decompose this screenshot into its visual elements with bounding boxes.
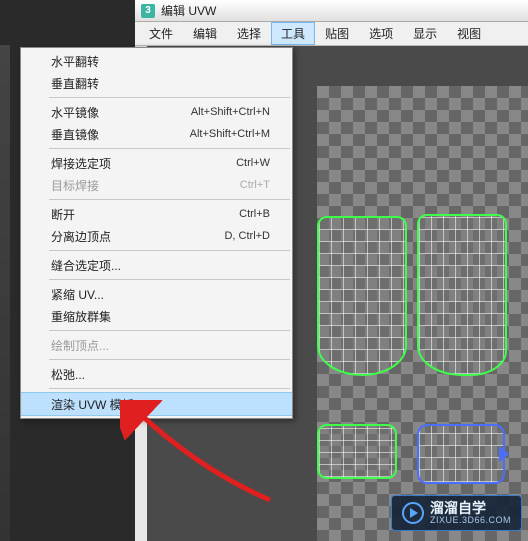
menu-item-shortcut: D, Ctrl+D (224, 230, 270, 242)
menubar: 文件编辑选择工具贴图选项显示视图 (135, 22, 528, 46)
menu-item[interactable]: 文件 (139, 22, 183, 45)
menu-item[interactable]: 重缩放群集 (21, 305, 292, 327)
menu-item[interactable]: 水平镜像 Alt+Shift+Ctrl+N (21, 101, 292, 123)
menu-item-label: 垂直翻转 (51, 75, 99, 92)
uv-island[interactable] (417, 214, 507, 376)
menu-item[interactable]: 视图 (447, 22, 491, 45)
uv-island[interactable] (317, 424, 397, 479)
menu-separator (49, 279, 290, 280)
menu-item-shortcut: Ctrl+B (239, 208, 270, 220)
menu-item-label: 断开 (51, 206, 75, 223)
uv-island[interactable] (317, 216, 407, 376)
uv-island[interactable] (417, 424, 505, 484)
menu-item[interactable]: 垂直翻转 (21, 72, 292, 94)
menu-item-label: 分离边顶点 (51, 228, 111, 245)
menu-item[interactable]: 贴图 (315, 22, 359, 45)
menu-item[interactable]: 缝合选定项... (21, 254, 292, 276)
menu-item[interactable]: 渲染 UVW 模板... (21, 392, 292, 416)
uv-checker-background (317, 86, 528, 541)
menu-separator (49, 388, 290, 389)
menu-item-label: 绘制顶点... (51, 337, 109, 354)
menu-item[interactable]: 选项 (359, 22, 403, 45)
watermark-brand: 溜溜自学 (430, 501, 511, 515)
menu-item: 目标焊接 Ctrl+T (21, 174, 292, 196)
menu-item-shortcut: Alt+Shift+Ctrl+M (190, 128, 270, 140)
menu-item[interactable]: 显示 (403, 22, 447, 45)
menu-item-label: 水平镜像 (51, 104, 99, 121)
watermark-url: ZIXUE.3D66.COM (430, 515, 511, 525)
app-icon: 3 (141, 4, 155, 18)
menu-item-label: 水平翻转 (51, 53, 99, 70)
menu-separator (49, 97, 290, 98)
menu-item-label: 松弛... (51, 366, 85, 383)
menu-item-label: 重缩放群集 (51, 308, 111, 325)
menu-separator (49, 359, 290, 360)
menu-item-label: 紧缩 UV... (51, 286, 104, 303)
menu-item-label: 垂直镜像 (51, 126, 99, 143)
watermark-badge: 溜溜自学 ZIXUE.3D66.COM (391, 495, 522, 531)
menu-separator (49, 250, 290, 251)
menu-item[interactable]: 断开 Ctrl+B (21, 203, 292, 225)
menu-item-label: 缝合选定项... (51, 257, 121, 274)
menu-item[interactable]: 松弛... (21, 363, 292, 385)
menu-item: 绘制顶点... (21, 334, 292, 356)
play-icon (402, 502, 424, 524)
tools-dropdown-menu: 水平翻转垂直翻转水平镜像 Alt+Shift+Ctrl+N 垂直镜像 Alt+Shif… (20, 47, 293, 419)
titlebar: 3 编辑 UVW (135, 0, 528, 22)
menu-item[interactable]: 编辑 (183, 22, 227, 45)
menu-item[interactable]: 工具 (271, 22, 315, 45)
menu-separator (49, 148, 290, 149)
menu-separator (49, 199, 290, 200)
menu-separator (49, 330, 290, 331)
menu-item-label: 目标焊接 (51, 177, 99, 194)
menu-item-shortcut: Ctrl+W (236, 157, 270, 169)
menu-item[interactable]: 焊接选定项 Ctrl+W (21, 152, 292, 174)
menu-item[interactable]: 选择 (227, 22, 271, 45)
menu-item-shortcut: Alt+Shift+Ctrl+N (191, 106, 270, 118)
menu-item[interactable]: 垂直镜像 Alt+Shift+Ctrl+M (21, 123, 292, 145)
window-title: 编辑 UVW (161, 2, 216, 19)
menu-item-label: 焊接选定项 (51, 155, 111, 172)
menu-item-shortcut: Ctrl+T (240, 179, 270, 191)
menu-item[interactable]: 紧缩 UV... (21, 283, 292, 305)
menu-item-label: 渲染 UVW 模板... (51, 396, 144, 413)
menu-item[interactable]: 水平翻转 (21, 50, 292, 72)
menu-item[interactable]: 分离边顶点 D, Ctrl+D (21, 225, 292, 247)
